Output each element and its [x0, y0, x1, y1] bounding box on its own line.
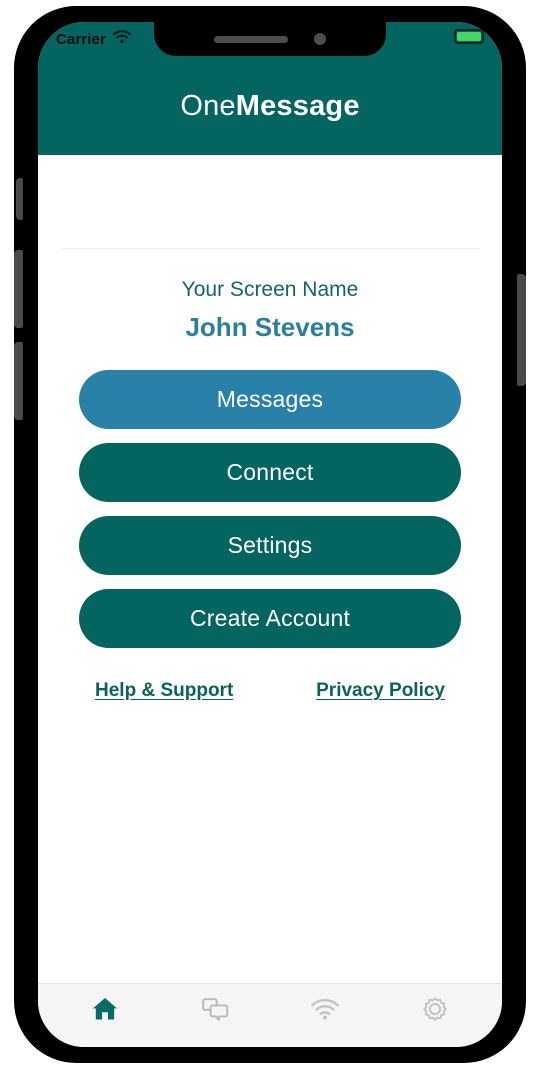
- bottom-navigation-bar: [38, 983, 502, 1047]
- connect-button[interactable]: Connect: [79, 443, 461, 503]
- wifi-icon: [112, 30, 131, 48]
- power-button[interactable]: [517, 274, 526, 386]
- app-header: OneMessage: [38, 68, 502, 155]
- speaker-grille-icon: [214, 35, 288, 43]
- screen-name-value: John Stevens: [185, 312, 355, 343]
- footer-links: Help & Support Privacy Policy: [79, 680, 461, 702]
- settings-gear-icon: [421, 995, 449, 1028]
- battery-icon: [454, 29, 484, 44]
- home-icon: [91, 996, 119, 1027]
- volume-down-button[interactable]: [14, 342, 23, 420]
- app-title-part-one: One: [180, 90, 236, 122]
- create-account-button[interactable]: Create Account: [79, 589, 461, 649]
- app-title-part-two: Message: [235, 90, 360, 122]
- privacy-policy-link[interactable]: Privacy Policy: [316, 680, 445, 702]
- status-bar-left: Carrier: [56, 30, 131, 48]
- nav-tab-wifi[interactable]: [270, 984, 380, 1039]
- chat-icon: [201, 996, 229, 1027]
- screen-name-label: Your Screen Name: [181, 278, 359, 301]
- phone-screen: Carrier OneMessage Your Screen Name John…: [38, 22, 502, 1047]
- help-and-support-link[interactable]: Help & Support: [95, 680, 233, 702]
- volume-up-button[interactable]: [14, 250, 23, 328]
- status-bar: Carrier: [38, 22, 502, 68]
- carrier-label: Carrier: [56, 30, 106, 48]
- nav-tab-chat[interactable]: [160, 984, 270, 1039]
- nav-tab-settings[interactable]: [380, 984, 490, 1039]
- phone-device-frame: Carrier OneMessage Your Screen Name John…: [14, 6, 526, 1063]
- wifi-icon: [310, 997, 340, 1026]
- mute-switch[interactable]: [16, 178, 23, 220]
- screen-name-block: Your Screen Name John Stevens: [182, 277, 359, 343]
- nav-tab-home[interactable]: [50, 984, 160, 1039]
- messages-button[interactable]: Messages: [79, 370, 461, 430]
- settings-button[interactable]: Settings: [79, 516, 461, 576]
- main-content: Your Screen Name John Stevens Messages C…: [38, 155, 502, 983]
- app-title: OneMessage: [180, 90, 359, 123]
- front-camera-icon: [314, 33, 326, 45]
- primary-button-stack: Messages Connect Settings Create Account: [79, 370, 461, 649]
- device-notch: [154, 22, 386, 56]
- status-bar-right: [454, 29, 484, 44]
- content-divider: [60, 248, 480, 249]
